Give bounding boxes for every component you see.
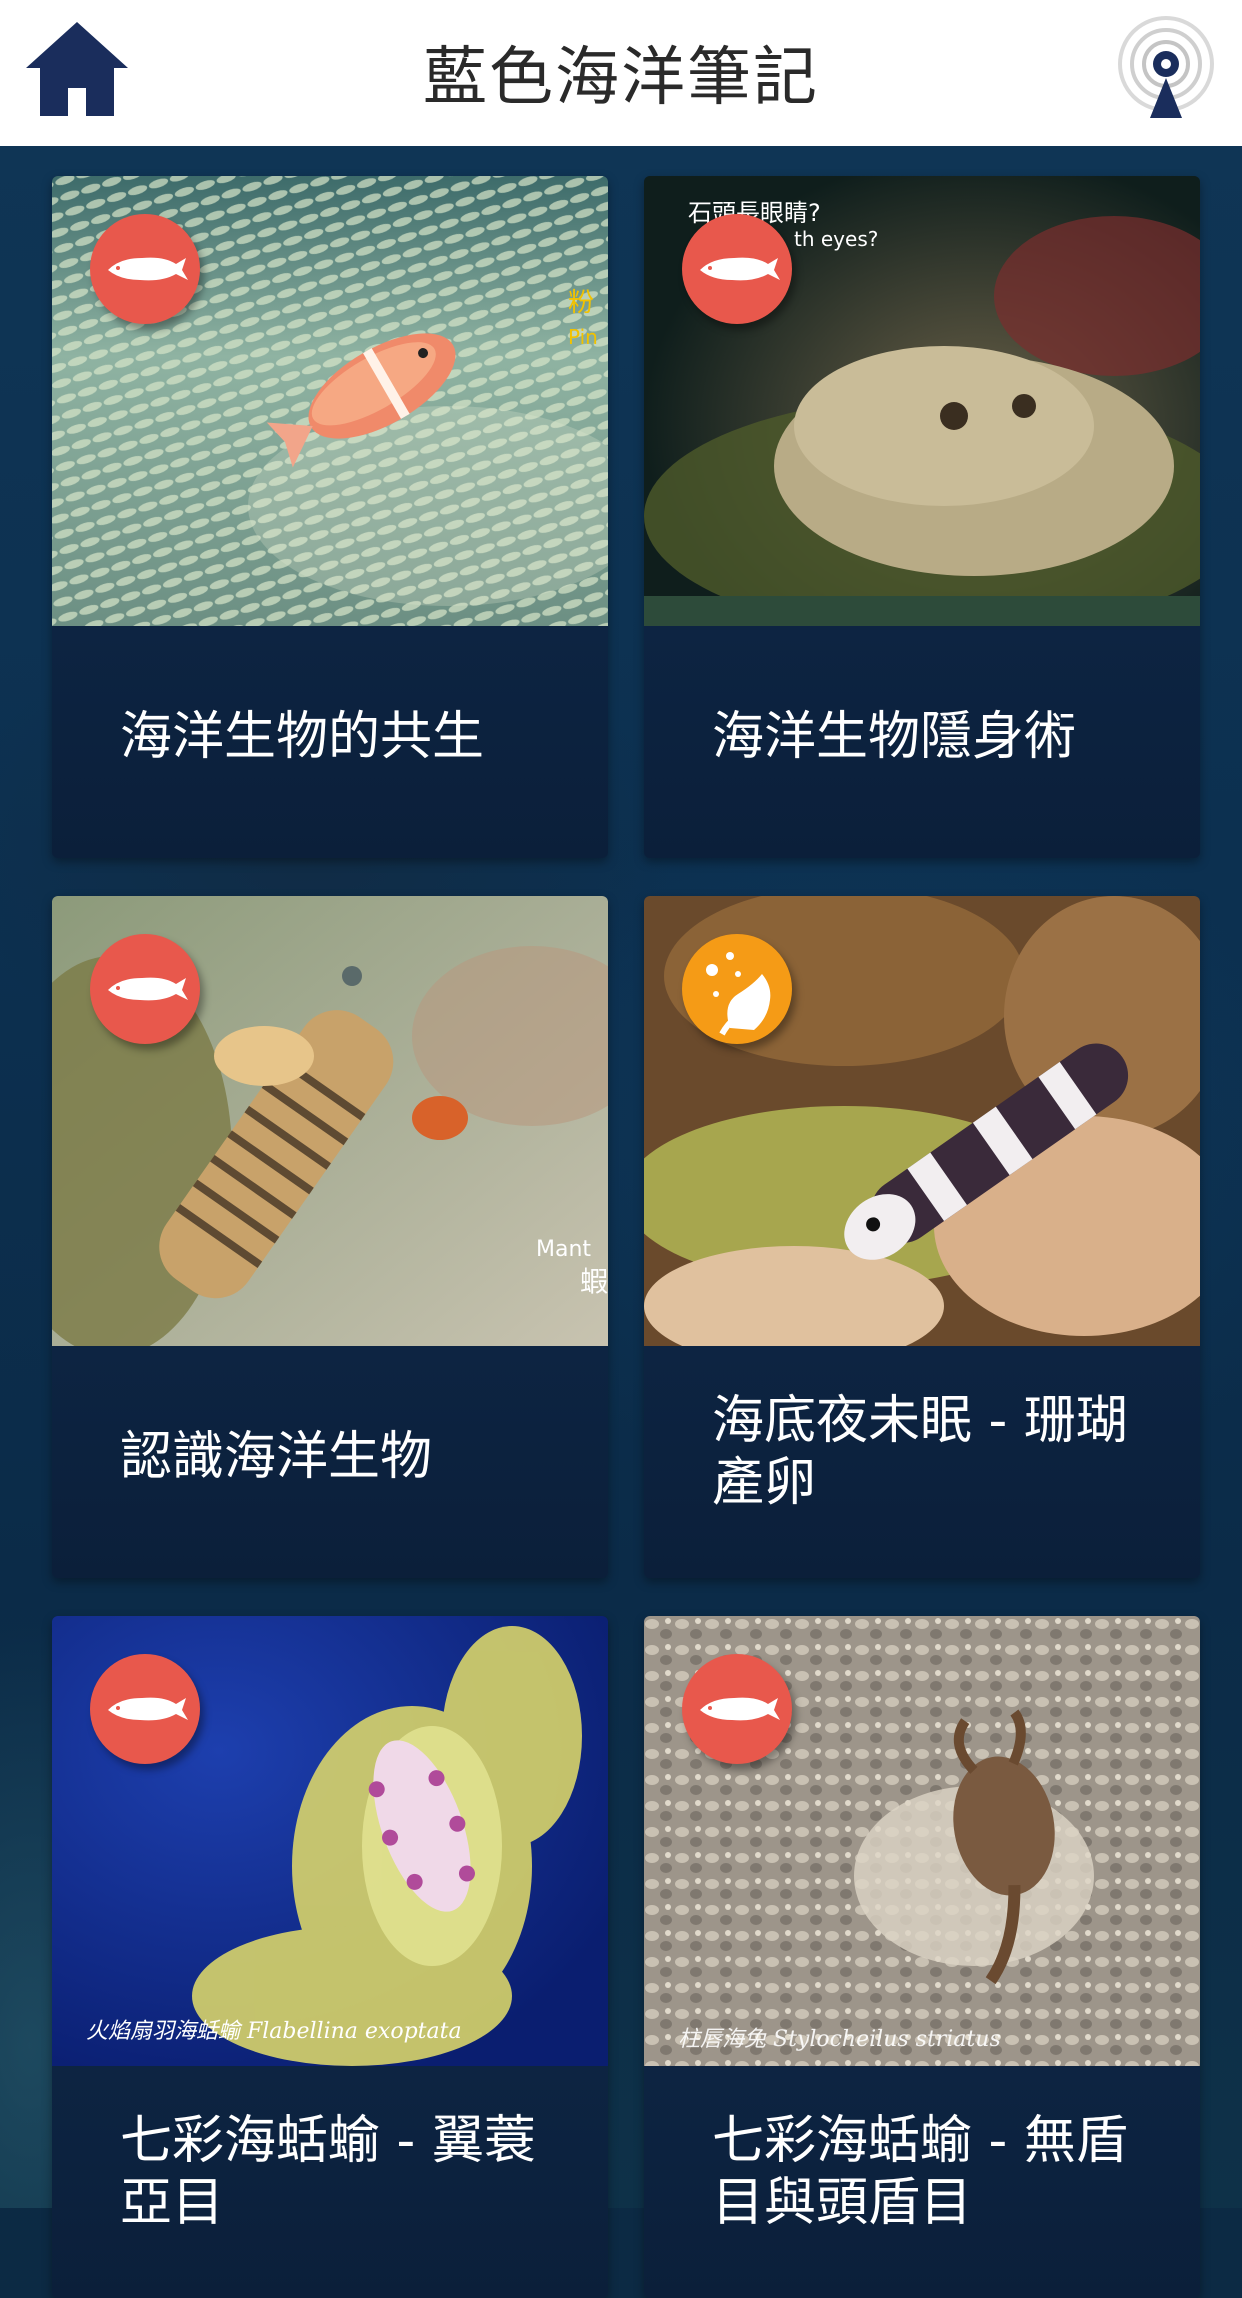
beacon-button[interactable] [1114,12,1218,124]
svg-text:th eyes?: th eyes? [794,227,878,251]
card-title: 七彩海蛞蝓 - 翼蓑亞目 [120,2111,536,2233]
category-badge [682,1654,792,1764]
article-card[interactable]: 火焰扇羽海蛞蝓 Flabellina exoptata 七彩海蛞蝓 - 翼蓑亞目 [52,1616,608,2298]
article-card[interactable]: 粉 Pin 海洋生物的共生 [52,176,608,858]
card-title: 海洋生物的共生 [120,707,485,767]
card-title: 認識海洋生物 [120,1427,433,1487]
svg-text:粉: 粉 [568,288,594,318]
category-badge [682,214,792,324]
article-card[interactable]: 石頭長眼睛? th eyes? 海洋生物隱身術 [644,176,1200,858]
article-card[interactable]: 海底夜未眠 - 珊瑚產卵 [644,896,1200,1578]
category-badge [682,934,792,1044]
app-header: 藍色海洋筆記 [0,0,1242,146]
svg-text:柱唇海兔 Stylocheilus striatus: 柱唇海兔 Stylocheilus striatus [678,2027,1001,2052]
coral-spawning-icon [706,952,771,1036]
card-thumbnail: 石頭長眼睛? th eyes? [644,176,1200,626]
card-thumbnail [644,896,1200,1346]
svg-text:Pin: Pin [568,325,598,349]
svg-text:火焰扇羽海蛞蝓 Flabellina exoptata: 火焰扇羽海蛞蝓 Flabellina exoptata [86,2019,462,2044]
fish-icon [700,1697,780,1721]
card-title: 海洋生物隱身術 [712,707,1077,767]
card-thumbnail: 粉 Pin [52,176,608,626]
category-badge [90,934,200,1044]
fish-icon [108,1697,188,1721]
svg-text:Mant: Mant [536,1237,591,1262]
category-badge [90,1654,200,1764]
fish-icon [108,977,188,1001]
card-thumbnail: 柱唇海兔 Stylocheilus striatus [644,1616,1200,2066]
card-title: 海底夜未眠 - 珊瑚產卵 [712,1391,1128,1513]
svg-text:蝦: 蝦 [580,1265,608,1298]
page-title: 藍色海洋筆記 [423,41,819,115]
beacon-location-icon [1118,16,1214,118]
card-title: 七彩海蛞蝓 - 無盾目與頭盾目 [712,2111,1128,2233]
article-card[interactable]: Mant 蝦 認識海洋生物 [52,896,608,1578]
category-badge [90,214,200,324]
card-thumbnail: 火焰扇羽海蛞蝓 Flabellina exoptata [52,1616,608,2066]
card-thumbnail: Mant 蝦 [52,896,608,1346]
fish-icon [108,257,188,281]
fish-icon [700,257,780,281]
article-card[interactable]: 柱唇海兔 Stylocheilus striatus 七彩海蛞蝓 - 無盾目與頭… [644,1616,1200,2298]
